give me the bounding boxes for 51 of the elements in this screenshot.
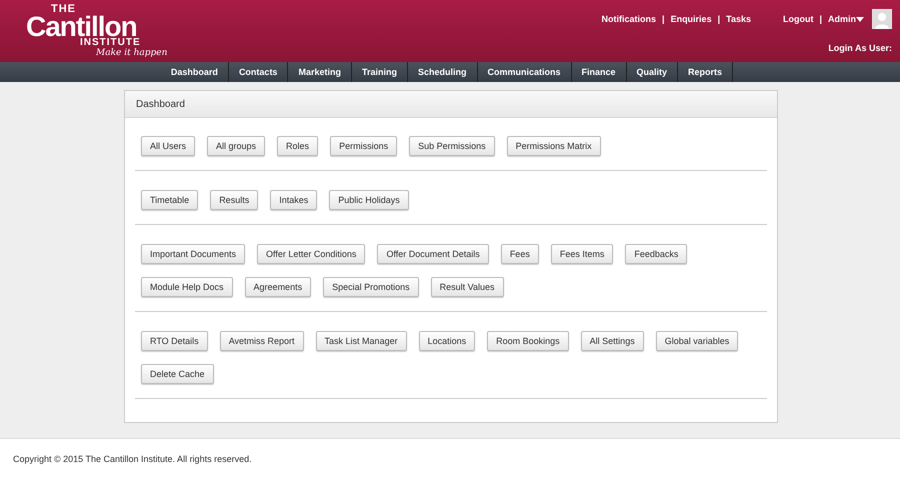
settings-button[interactable]: Timetable	[141, 190, 198, 210]
nav-item[interactable]: Finance	[570, 62, 626, 82]
separator: |	[718, 14, 720, 24]
logo-text: THE	[51, 4, 76, 15]
settings-button[interactable]: Agreements	[244, 277, 312, 297]
login-as-link[interactable]: Login As User:	[828, 43, 892, 53]
nav-item[interactable]: Dashboard	[160, 62, 228, 82]
settings-button[interactable]: Locations	[418, 331, 476, 351]
settings-button[interactable]: Results	[210, 190, 258, 210]
nav-item[interactable]: Contacts	[228, 62, 288, 82]
header-link[interactable]: Tasks	[726, 14, 751, 24]
caret-icon[interactable]	[856, 16, 864, 22]
settings-button[interactable]: RTO Details	[141, 331, 208, 351]
settings-button[interactable]: Room Bookings	[487, 331, 569, 351]
settings-button[interactable]: Module Help Docs	[141, 277, 233, 297]
settings-button[interactable]: Sub Permissions	[409, 136, 495, 156]
nav-item[interactable]: Training	[350, 62, 407, 82]
settings-button[interactable]: Task List Manager	[316, 331, 407, 351]
settings-button[interactable]: Offer Letter Conditions	[257, 244, 366, 264]
settings-button[interactable]: Intakes	[270, 190, 318, 210]
header-link[interactable]: Enquiries	[670, 14, 712, 24]
panel-title: Dashboard	[136, 98, 185, 110]
copyright-text: Copyright © 2015 The Cantillon Institute. All rights reserved.	[13, 454, 252, 464]
settings-button[interactable]: Feedbacks	[625, 244, 688, 264]
header-link[interactable]: Notifications	[602, 14, 656, 24]
settings-button[interactable]: Roles	[277, 136, 318, 156]
settings-button[interactable]: Public Holidays	[329, 190, 409, 210]
nav-item[interactable]: Reports	[677, 62, 732, 82]
separator: |	[819, 14, 822, 24]
settings-button[interactable]: Fees	[500, 244, 539, 264]
settings-button[interactable]: Result Values	[430, 277, 504, 297]
settings-button[interactable]: Fees Items	[550, 244, 614, 264]
nav-item[interactable]: Scheduling	[406, 62, 476, 82]
user-menu[interactable]: Admin	[828, 14, 856, 24]
nav-item[interactable]: Marketing	[287, 62, 351, 82]
settings-button[interactable]: Permissions Matrix	[506, 136, 601, 156]
settings-button[interactable]: Delete Cache	[141, 364, 214, 384]
settings-button[interactable]: All Settings	[580, 331, 644, 351]
settings-button[interactable]: All Users	[141, 136, 196, 156]
separator: |	[662, 14, 665, 24]
settings-button[interactable]: Permissions	[330, 136, 398, 156]
nav-item[interactable]: Quality	[626, 62, 678, 82]
settings-button[interactable]: Avetmiss Report	[220, 331, 304, 351]
nav-item[interactable]: Communications	[476, 62, 571, 82]
logo-tagline: Make it happen	[96, 49, 168, 58]
settings-button[interactable]: Offer Document Details	[377, 244, 489, 264]
settings-button[interactable]: Special Promotions	[323, 277, 419, 297]
settings-button[interactable]: All groups	[207, 136, 266, 156]
logout-link[interactable]: Logout	[782, 14, 814, 24]
settings-button[interactable]: Important Documents	[141, 244, 246, 264]
settings-button[interactable]: Global variables	[656, 331, 738, 351]
